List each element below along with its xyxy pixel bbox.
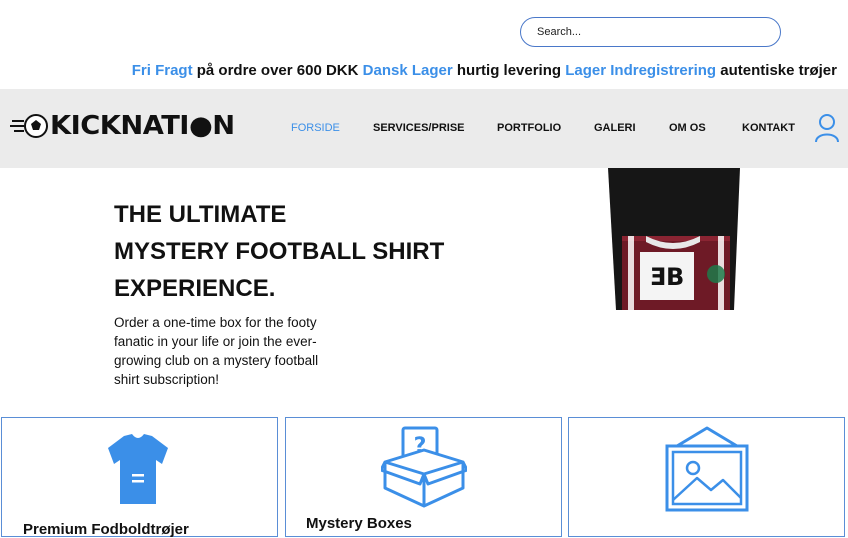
box-brand-mark: ƎB [650, 263, 685, 291]
image-placeholder-icon [665, 426, 749, 512]
card-title: Premium Fodboldtrøjer [23, 521, 189, 538]
promo-free-shipping: Fri Fragt [131, 62, 193, 79]
feature-card-mystery-boxes[interactable]: ? Mystery Boxes [285, 417, 562, 537]
logo[interactable]: KICKNATI●N [10, 111, 260, 141]
user-icon[interactable] [814, 113, 840, 143]
mystery-box-icon: ? [381, 426, 467, 508]
promo-free-shipping-text: på ordre over 600 DKK [196, 62, 359, 79]
feature-card-jerseys[interactable]: Premium Fodboldtrøjer [1, 417, 278, 538]
logo-text: KICKNATI●N [50, 111, 235, 141]
nav-om-os[interactable]: OM OS [669, 122, 706, 134]
nav-portfolio[interactable]: PORTFOLIO [497, 122, 561, 134]
nav-galeri[interactable]: GALERI [594, 122, 636, 134]
jersey-icon [108, 434, 168, 504]
promo-danish-stock-text: hurtig levering [456, 62, 562, 79]
nav-forside[interactable]: FORSIDE [291, 122, 340, 134]
mystery-box-photo: ƎB [608, 168, 740, 310]
football-logo-icon [10, 114, 48, 138]
promo-stock-registration: Lager Indregistrering [565, 62, 717, 79]
hero-description: Order a one-time box for the footy fanat… [114, 315, 319, 387]
hero-title-line: EXPERIENCE. [114, 275, 276, 302]
nav-kontakt[interactable]: KONTAKT [742, 122, 795, 134]
promo-danish-stock: Dansk Lager [362, 62, 453, 79]
card-title: Mystery Boxes [306, 515, 412, 532]
search-input[interactable] [520, 17, 781, 47]
promo-bar: Fri Fragt på ordre over 600 DKK Dansk La… [132, 62, 837, 79]
nav-services[interactable]: SERVICES/PRISE [373, 122, 465, 134]
hero-title-line: THE ULTIMATE [114, 201, 287, 228]
promo-stock-registration-text: autentiske trøjer [720, 62, 837, 79]
hero-title-line: MYSTERY FOOTBALL SHIRT [114, 238, 445, 265]
hero-title: THE ULTIMATE MYSTERY FOOTBALL SHIRT EXPE… [114, 196, 444, 307]
feature-card-gallery[interactable] [568, 417, 845, 537]
